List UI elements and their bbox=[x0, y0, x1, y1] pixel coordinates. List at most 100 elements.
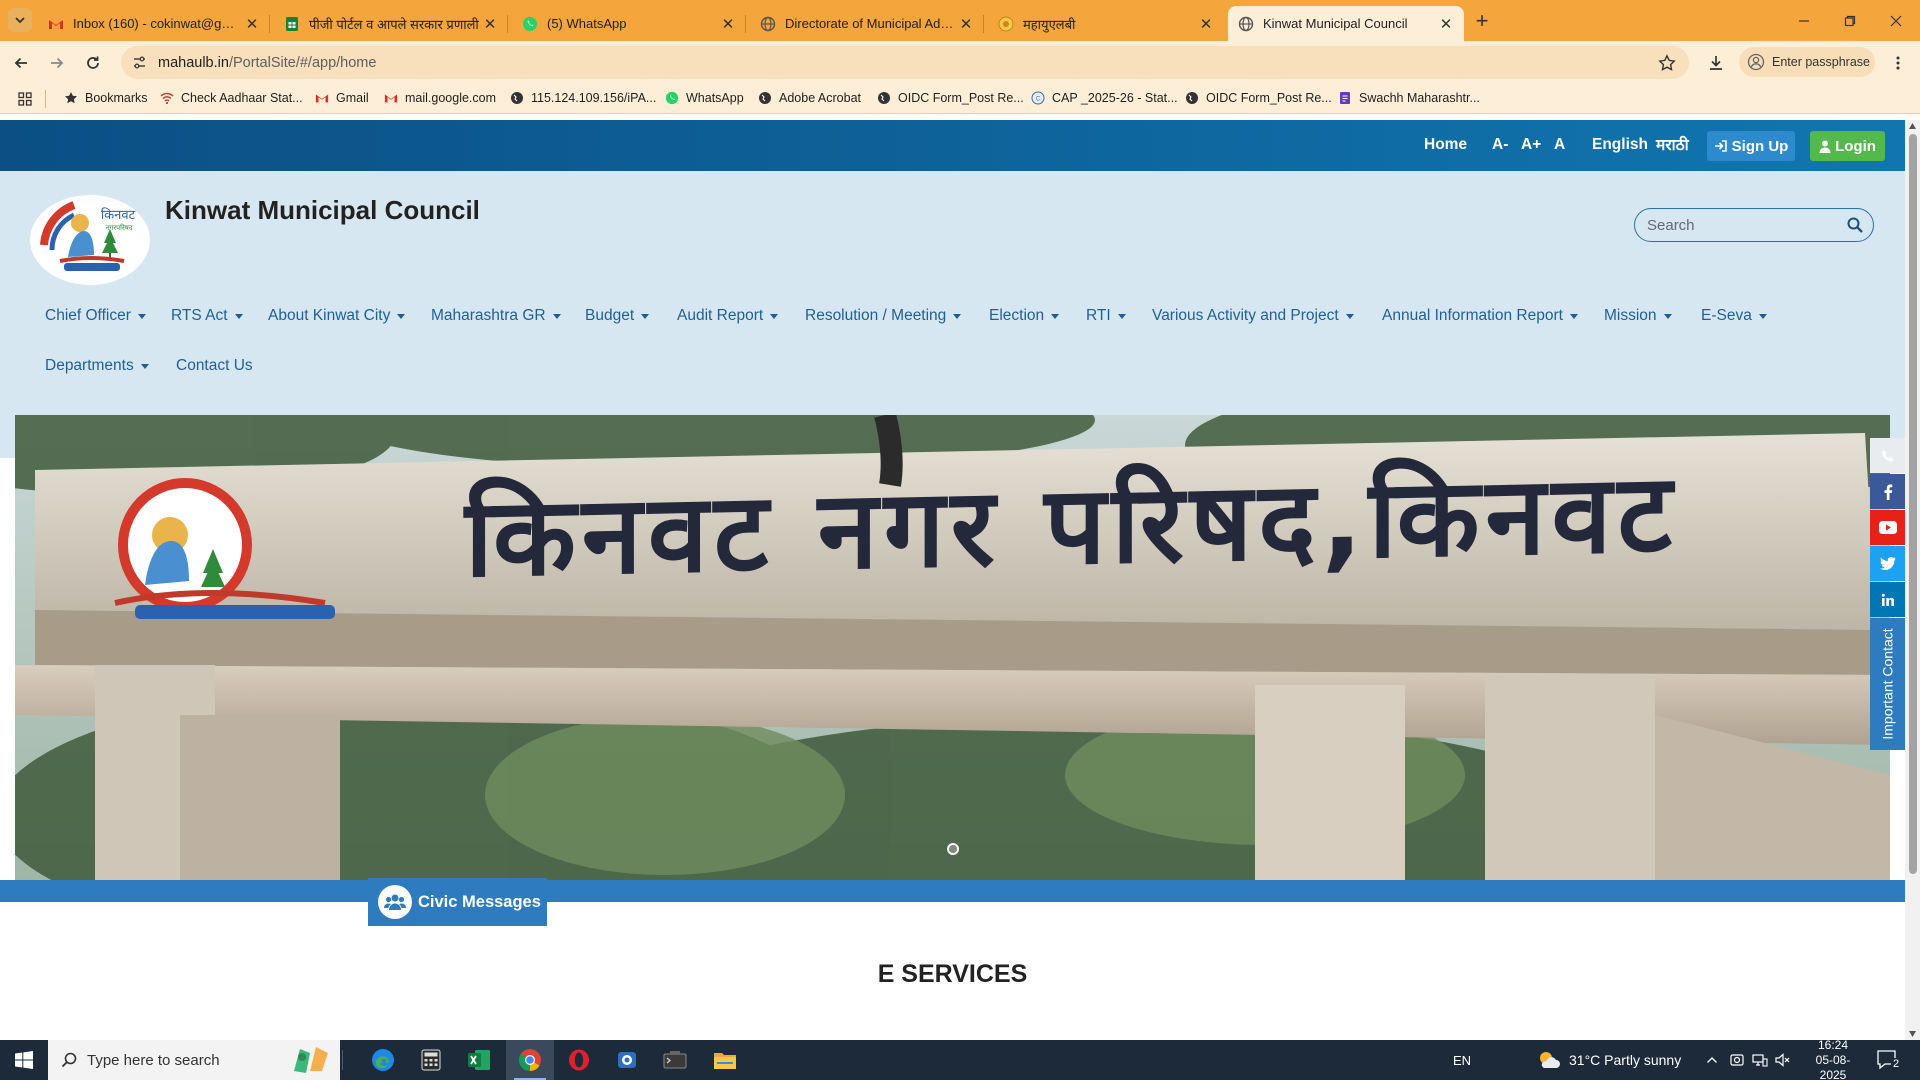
bookmark-item[interactable]: OIDC Form_Post Re... bbox=[877, 91, 1024, 105]
taskbar-chrome[interactable] bbox=[506, 1040, 554, 1080]
bookmark-item[interactable]: OIDC Form_Post Re... bbox=[1185, 91, 1332, 105]
close-tab-icon[interactable]: ✕ bbox=[720, 16, 736, 33]
font-increase-button[interactable]: A+ bbox=[1521, 136, 1541, 154]
browser-tab[interactable]: पीजी पोर्टल व आपले सरकार प्रणाली ✕ bbox=[274, 6, 508, 41]
menu-item-e-seva[interactable]: E-Seva bbox=[1701, 307, 1767, 325]
close-tab-icon[interactable]: ✕ bbox=[482, 16, 498, 33]
bookmark-item[interactable]: mail.google.com bbox=[384, 91, 496, 105]
restore-button[interactable] bbox=[1827, 0, 1873, 41]
apps-grid-icon[interactable] bbox=[18, 92, 32, 106]
start-button[interactable] bbox=[0, 1040, 48, 1080]
facebook-link[interactable] bbox=[1870, 474, 1905, 509]
civic-messages-bar bbox=[0, 880, 1905, 902]
clock[interactable]: 16:24 05-08-2025 bbox=[1803, 1038, 1863, 1082]
star-bookmark-icon[interactable] bbox=[1658, 54, 1676, 72]
page-scrollbar[interactable] bbox=[1905, 120, 1920, 1040]
browser-tab-active[interactable]: Kinwat Municipal Council ✕ bbox=[1228, 6, 1464, 41]
linkedin-link[interactable] bbox=[1870, 582, 1905, 617]
bookmark-item[interactable]: Bookmarks bbox=[64, 91, 148, 105]
menu-item-mission[interactable]: Mission bbox=[1604, 307, 1672, 325]
scroll-up-arrow-icon[interactable] bbox=[1908, 122, 1917, 130]
new-tab-button[interactable]: + bbox=[1470, 8, 1494, 33]
login-button[interactable]: Login bbox=[1810, 131, 1885, 161]
taskbar-terminal[interactable] bbox=[651, 1040, 699, 1080]
youtube-link[interactable] bbox=[1870, 510, 1905, 545]
show-hidden-icons-button[interactable] bbox=[1706, 1040, 1718, 1080]
council-logo[interactable]: किनवट नगरपरिषद bbox=[30, 195, 150, 285]
marathi-language-link[interactable]: मराठी bbox=[1656, 133, 1689, 155]
forward-button[interactable] bbox=[44, 50, 70, 76]
volume-button[interactable] bbox=[1775, 1040, 1791, 1080]
menu-item-departments[interactable]: Departments bbox=[45, 357, 149, 375]
close-icon bbox=[1890, 15, 1902, 26]
social-links-rail bbox=[1870, 438, 1905, 618]
browser-menu-button[interactable] bbox=[1885, 50, 1911, 76]
bookmark-item[interactable]: Adobe Acrobat bbox=[758, 91, 861, 105]
site-search-input[interactable] bbox=[1647, 216, 1837, 234]
taskbar-search-box[interactable]: Type here to search bbox=[48, 1040, 340, 1080]
taskbar-excel[interactable] bbox=[455, 1040, 503, 1080]
meet-now-button[interactable] bbox=[1729, 1040, 1745, 1080]
font-reset-button[interactable]: A bbox=[1554, 136, 1565, 154]
menu-item-chief-officer[interactable]: Chief Officer bbox=[45, 307, 146, 325]
download-icon bbox=[1710, 56, 1722, 70]
menu-item-audit-report[interactable]: Audit Report bbox=[677, 307, 779, 325]
taskbar-calculator[interactable] bbox=[407, 1040, 455, 1080]
tab-search-button[interactable] bbox=[8, 8, 32, 32]
taskbar-opera[interactable] bbox=[555, 1040, 603, 1080]
address-bar[interactable]: mahaulb.in/PortalSite/#/app/home bbox=[121, 46, 1689, 79]
browser-tab[interactable]: (5) WhatsApp ✕ bbox=[512, 6, 746, 41]
browser-tab[interactable]: Directorate of Municipal Admin ✕ bbox=[750, 6, 984, 41]
bookmark-item[interactable]: WhatsApp bbox=[665, 91, 744, 105]
passphrase-button[interactable]: Enter passphrase bbox=[1739, 47, 1875, 77]
close-tab-icon[interactable]: ✕ bbox=[1198, 16, 1214, 33]
browser-tab[interactable]: महायुएलबी ✕ bbox=[988, 6, 1224, 41]
menu-item-about-kinwat-city[interactable]: About Kinwat City bbox=[268, 307, 406, 325]
menu-item-rts-act[interactable]: RTS Act bbox=[171, 307, 243, 325]
bookmark-item[interactable]: Gmail bbox=[315, 91, 369, 105]
close-tab-icon[interactable]: ✕ bbox=[244, 16, 260, 33]
menu-item-contact-us[interactable]: Contact Us bbox=[176, 357, 253, 375]
menu-item-budget[interactable]: Budget bbox=[585, 307, 650, 325]
reload-button[interactable] bbox=[80, 50, 106, 76]
minimize-button[interactable] bbox=[1781, 0, 1827, 41]
search-highlight-icon bbox=[294, 1047, 328, 1073]
weather-widget[interactable]: 31°C Partly sunny bbox=[1537, 1040, 1681, 1080]
site-info-icon[interactable] bbox=[131, 54, 148, 71]
notification-center-button[interactable]: 2 bbox=[1877, 1040, 1902, 1080]
sign-up-button[interactable]: Sign Up bbox=[1707, 131, 1795, 161]
bookmark-item[interactable]: 115.124.109.156/iPA... bbox=[510, 91, 656, 105]
taskbar-edge[interactable] bbox=[359, 1040, 407, 1080]
home-link[interactable]: Home bbox=[1424, 136, 1467, 154]
back-button[interactable] bbox=[8, 50, 34, 76]
close-window-button[interactable] bbox=[1873, 0, 1919, 41]
browser-tab[interactable]: Inbox (160) - cokinwat@gmail.c ✕ bbox=[38, 6, 270, 41]
scrollbar-thumb[interactable] bbox=[1909, 134, 1917, 874]
taskbar-file-explorer[interactable] bbox=[701, 1040, 749, 1080]
bookmark-item[interactable]: Swachh Maharashtr... bbox=[1338, 91, 1480, 105]
search-icon[interactable] bbox=[1847, 217, 1863, 233]
network-button[interactable] bbox=[1752, 1040, 1768, 1080]
close-tab-icon[interactable]: ✕ bbox=[1438, 16, 1454, 33]
carousel-indicator[interactable] bbox=[947, 843, 959, 855]
menu-item-annual-information-report[interactable]: Annual Information Report bbox=[1382, 307, 1578, 325]
phone-link[interactable] bbox=[1870, 438, 1905, 473]
menu-item-maharashtra-gr[interactable]: Maharashtra GR bbox=[431, 307, 561, 325]
council-emblem-icon: किनवट नगरपरिषद bbox=[40, 196, 136, 284]
taskbar-app-generic[interactable] bbox=[603, 1040, 651, 1080]
menu-item-rti[interactable]: RTI bbox=[1086, 307, 1126, 325]
menu-item-resolution-meeting[interactable]: Resolution / Meeting bbox=[805, 307, 962, 325]
language-indicator[interactable]: EN bbox=[1453, 1040, 1471, 1080]
english-language-link[interactable]: English bbox=[1592, 136, 1648, 154]
important-contact-tab[interactable]: Important Contact bbox=[1870, 618, 1905, 750]
downloads-button[interactable] bbox=[1703, 50, 1729, 76]
bookmark-item[interactable]: Check Aadhaar Stat... bbox=[160, 91, 303, 105]
font-decrease-button[interactable]: A- bbox=[1492, 136, 1508, 154]
civic-messages-tab[interactable]: Civic Messages bbox=[368, 878, 547, 926]
menu-item-election[interactable]: Election bbox=[989, 307, 1060, 325]
bookmark-item[interactable]: C CAP _2025-26 - Stat... bbox=[1031, 91, 1178, 105]
twitter-link[interactable] bbox=[1870, 546, 1905, 581]
close-tab-icon[interactable]: ✕ bbox=[958, 16, 974, 33]
scroll-down-arrow-icon[interactable] bbox=[1908, 1030, 1917, 1038]
menu-item-various-activity[interactable]: Various Activity and Project bbox=[1152, 307, 1354, 325]
